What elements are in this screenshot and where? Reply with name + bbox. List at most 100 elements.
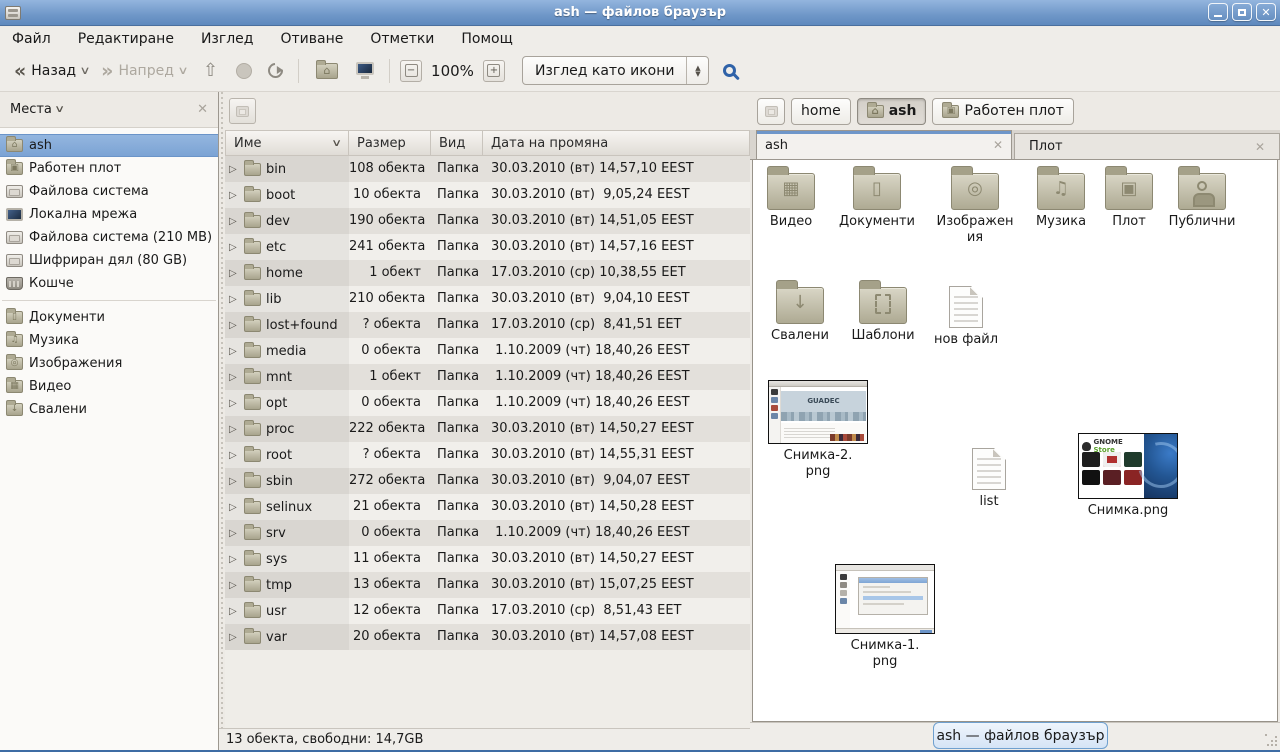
sidebar-place-item[interactable]: ⌂ ash [0, 134, 218, 157]
table-row[interactable]: ▷ mnt 1 обект Папка 1.10.2009 (чт) 18,40… [225, 364, 750, 390]
resize-grip[interactable] [1265, 734, 1277, 746]
expander-icon[interactable]: ▷ [229, 632, 239, 643]
table-row[interactable]: ▷ dev 190 обекта Папка 30.03.2010 (вт) 1… [225, 208, 750, 234]
taskbar-window-button[interactable]: ash — файлов браузър [933, 722, 1108, 749]
tab-ash[interactable]: ash ✕ [756, 130, 1012, 159]
breadcrumb-ash-button[interactable]: ⌂ ash [857, 98, 927, 125]
sidebar-header-select[interactable]: Места [10, 102, 52, 117]
expander-icon[interactable]: ▷ [229, 528, 239, 539]
table-row[interactable]: ▷ home 1 обект Папка 17.03.2010 (ср) 10,… [225, 260, 750, 286]
view-mode-select[interactable]: Изглед като икони ▲▼ [522, 56, 710, 85]
table-row[interactable]: ▷ boot 10 обекта Папка 30.03.2010 (вт) 9… [225, 182, 750, 208]
expander-icon[interactable]: ▷ [229, 346, 239, 357]
expander-icon[interactable]: ▷ [229, 242, 239, 253]
table-row[interactable]: ▷ usr 12 обекта Папка 17.03.2010 (ср) 8,… [225, 598, 750, 624]
menu-bookmarks[interactable]: Отметки [370, 31, 434, 47]
file-item-snimka1[interactable]: Снимка-1. png [834, 564, 936, 670]
sidebar-place-item[interactable]: ◎ Изображения [0, 352, 218, 375]
sidebar-place-item[interactable]: Шифриран дял (80 GB) [0, 249, 218, 272]
folder-item-public[interactable]: Публични [1164, 166, 1240, 230]
table-row[interactable]: ▷ proc 222 обекта Папка 30.03.2010 (вт) … [225, 416, 750, 442]
folder-item-video[interactable]: ▦ Видео [753, 166, 829, 230]
sidebar-close-icon[interactable]: ✕ [197, 102, 208, 117]
column-header-date[interactable]: Дата на промяна [483, 130, 750, 156]
file-item-new-file[interactable]: нов файл [928, 282, 1004, 348]
file-item-snimka[interactable]: GNOME Store Снимка.png [1076, 433, 1180, 519]
back-button[interactable]: « Назад ∨ [8, 59, 95, 83]
menu-file[interactable]: Файл [12, 31, 51, 47]
sidebar-place-item[interactable]: Файлова система [0, 180, 218, 203]
minimize-button[interactable] [1208, 3, 1228, 21]
expander-icon[interactable]: ▷ [229, 502, 239, 513]
sidebar-place-item[interactable]: ▣ Работен плот [0, 157, 218, 180]
table-row[interactable]: ▷ media 0 обекта Папка 1.10.2009 (чт) 18… [225, 338, 750, 364]
tab-close-icon[interactable]: ✕ [993, 138, 1003, 152]
table-row[interactable]: ▷ etc 241 обекта Папка 30.03.2010 (вт) 1… [225, 234, 750, 260]
sidebar-place-item[interactable]: Файлова система (210 MB) [0, 226, 218, 249]
maximize-button[interactable] [1232, 3, 1252, 21]
sidebar-place-item[interactable]: ♫ Музика [0, 329, 218, 352]
folder-item-templates[interactable]: Шаблони [845, 280, 921, 344]
table-row[interactable]: ▷ srv 0 обекта Папка 1.10.2009 (чт) 18,4… [225, 520, 750, 546]
menu-go[interactable]: Отиване [280, 31, 343, 47]
expander-icon[interactable]: ▷ [229, 294, 239, 305]
folder-item-documents[interactable]: ▯ Документи [839, 166, 915, 230]
file-item-list[interactable]: list [951, 444, 1027, 510]
table-row[interactable]: ▷ tmp 13 обекта Папка 30.03.2010 (вт) 15… [225, 572, 750, 598]
zoom-out-button[interactable]: − [400, 60, 422, 82]
table-row[interactable]: ▷ bin 108 обекта Папка 30.03.2010 (вт) 1… [225, 156, 750, 182]
breadcrumb-root-button[interactable] [757, 98, 785, 125]
column-header-size[interactable]: Размер [349, 130, 431, 156]
expander-icon[interactable]: ▷ [229, 424, 239, 435]
up-icon[interactable]: ⇧ [203, 60, 218, 81]
expander-icon[interactable]: ▷ [229, 268, 239, 279]
close-button[interactable]: ✕ [1256, 3, 1276, 21]
computer-icon[interactable] [356, 62, 374, 75]
menu-edit[interactable]: Редактиране [78, 31, 174, 47]
tab-close-icon[interactable]: ✕ [1255, 140, 1265, 154]
expander-icon[interactable]: ▷ [229, 372, 239, 383]
expander-icon[interactable]: ▷ [229, 476, 239, 487]
folder-item-downloads[interactable]: ↓ Свалени [762, 280, 838, 344]
column-header-type[interactable]: Вид [431, 130, 483, 156]
menu-help[interactable]: Помощ [461, 31, 512, 47]
expander-icon[interactable]: ▷ [229, 216, 239, 227]
expander-icon[interactable]: ▷ [229, 164, 239, 175]
spinner-icon[interactable]: ▲▼ [686, 57, 708, 84]
reload-icon[interactable] [265, 60, 286, 81]
folder-item-images[interactable]: ◎ Изображен ия [929, 166, 1021, 246]
sidebar-place-item[interactable]: ▯ Документи [0, 306, 218, 329]
table-row[interactable]: ▷ sys 11 обекта Папка 30.03.2010 (вт) 14… [225, 546, 750, 572]
table-row[interactable]: ▷ sbin 272 обекта Папка 30.03.2010 (вт) … [225, 468, 750, 494]
chevron-down-icon[interactable]: ∨ [54, 104, 65, 115]
expander-icon[interactable]: ▷ [229, 398, 239, 409]
sidebar-place-item[interactable]: Локална мрежа [0, 203, 218, 226]
sidebar-place-item[interactable]: ▦ Видео [0, 375, 218, 398]
expander-icon[interactable]: ▷ [229, 554, 239, 565]
table-row[interactable]: ▷ selinux 21 обекта Папка 30.03.2010 (вт… [225, 494, 750, 520]
home-folder-icon[interactable]: ⌂ [316, 63, 338, 79]
forward-button[interactable]: » Напред ∨ [95, 59, 193, 83]
breadcrumb-desktop-button[interactable]: ▣ Работен плот [932, 98, 1073, 125]
folder-item-music[interactable]: ♫ Музика [1023, 166, 1099, 230]
column-header-name[interactable]: Име ∨ [225, 130, 349, 156]
expander-icon[interactable]: ▷ [229, 606, 239, 617]
expander-icon[interactable]: ▷ [229, 580, 239, 591]
breadcrumb-home-button[interactable]: home [791, 98, 851, 125]
table-row[interactable]: ▷ var 20 обекта Папка 30.03.2010 (вт) 14… [225, 624, 750, 650]
search-icon[interactable] [723, 64, 736, 77]
folder-item-desktop[interactable]: ▣ Плот [1091, 166, 1167, 230]
table-row[interactable]: ▷ lib 210 обекта Папка 30.03.2010 (вт) 9… [225, 286, 750, 312]
expander-icon[interactable]: ▷ [229, 320, 239, 331]
table-row[interactable]: ▷ root ? обекта Папка 30.03.2010 (вт) 14… [225, 442, 750, 468]
table-row[interactable]: ▷ lost+found ? обекта Папка 17.03.2010 (… [225, 312, 750, 338]
menu-view[interactable]: Изглед [201, 31, 254, 47]
table-row[interactable]: ▷ opt 0 обекта Папка 1.10.2009 (чт) 18,4… [225, 390, 750, 416]
file-item-snimka2[interactable]: GUADEC Снимка-2. png [767, 380, 869, 480]
zoom-in-button[interactable]: + [483, 60, 505, 82]
expander-icon[interactable]: ▷ [229, 190, 239, 201]
tab-plot[interactable]: Плот ✕ [1014, 133, 1280, 159]
sidebar-place-item[interactable]: Кошче [0, 272, 218, 295]
back-dropdown-icon[interactable]: ∨ [79, 64, 90, 77]
root-location-button[interactable] [229, 98, 256, 124]
